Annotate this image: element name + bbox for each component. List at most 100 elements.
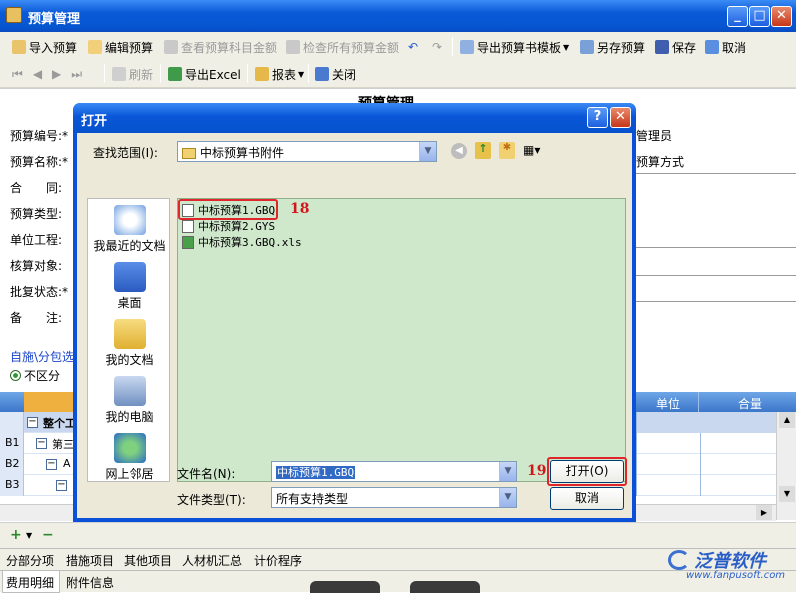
unit-column-header[interactable]: 单位 <box>656 395 680 412</box>
row-number: B1 <box>0 433 24 454</box>
grid-vertical-scrollbar[interactable]: ▲ ▼ <box>776 412 796 520</box>
save-as-icon <box>580 40 594 54</box>
close-doc-icon <box>315 67 329 81</box>
save-button[interactable]: 保存 <box>655 38 696 56</box>
report-menu-button[interactable]: 报表 ▼ <box>255 65 304 83</box>
dialog-cancel-button[interactable]: 取消 <box>550 487 624 510</box>
filename-label: 文件名(N): <box>177 467 236 481</box>
chevron-down-icon: ▼ <box>419 142 436 161</box>
collapse-icon[interactable]: − <box>27 417 38 428</box>
excel-file-icon <box>182 235 194 249</box>
help-button[interactable]: ? <box>587 107 608 128</box>
place-my-documents[interactable]: 我的文档 <box>88 319 171 368</box>
file-item[interactable]: 中标预算2.GYS <box>182 218 275 234</box>
nav-prev-icon: ◀ <box>32 67 53 81</box>
export-template-button[interactable]: 导出预算书模板 ▼ <box>460 38 569 56</box>
no-distinction-radio[interactable]: 不区分 <box>10 367 60 384</box>
tab-resource-summary[interactable]: 人材机汇总 <box>182 552 242 569</box>
add-row-icon[interactable]: + <box>10 527 22 543</box>
window-title-bar: 预算管理 _ □ ✕ <box>0 0 796 32</box>
filename-input[interactable]: 中标预算1.GBQ ▼ <box>271 461 517 482</box>
close-button[interactable]: 关闭 <box>315 65 356 83</box>
dropdown-arrow-icon: ▼ <box>298 69 305 79</box>
new-folder-icon[interactable]: ✱ <box>499 142 515 159</box>
field-label: 合 同: <box>10 181 63 195</box>
back-icon[interactable]: ◀ <box>451 143 467 159</box>
filetype-select[interactable]: 所有支持类型 ▼ <box>271 487 517 508</box>
places-bar: 我最近的文档 桌面 我的文档 我的电脑 网上邻居 <box>87 198 170 482</box>
file-item[interactable]: 中标预算3.GBQ.xls <box>182 234 302 250</box>
tab-attachments[interactable]: 附件信息 <box>66 574 114 591</box>
scroll-right-icon[interactable]: ▶ <box>756 505 772 520</box>
step-annotation: 19 <box>527 463 547 479</box>
record-nav-buttons[interactable]: ⏮ ◀ ▶ ⏭ <box>12 65 92 83</box>
open-dialog: 打开 ? ✕ 查找范围(I): 中标预算书附件 ▼ ◀ ↑ ✱ ▦▾ 我最近的文… <box>73 103 636 522</box>
chevron-down-icon: ▼ <box>499 462 516 481</box>
import-icon <box>12 40 26 54</box>
field-label: 预算编号:* <box>10 129 69 143</box>
check-icon <box>286 40 300 54</box>
dialog-title-bar: 打开 ? ✕ <box>73 103 636 133</box>
tab-measures[interactable]: 措施项目 <box>66 552 114 569</box>
row-number <box>0 412 24 433</box>
lookin-select[interactable]: 中标预算书附件 ▼ <box>177 141 437 162</box>
cancel-button[interactable]: 取消 <box>705 38 746 56</box>
place-recent[interactable]: 我最近的文档 <box>88 205 171 254</box>
scroll-down-icon[interactable]: ▼ <box>779 486 795 502</box>
place-network[interactable]: 网上邻居 <box>88 433 171 482</box>
desktop-icon <box>113 262 146 292</box>
self-subcontract-link[interactable]: 自施\分包选 <box>10 348 74 365</box>
scroll-up-icon[interactable]: ▲ <box>779 412 795 428</box>
nav-last-icon: ⏭ <box>71 66 93 81</box>
tab-fenbu[interactable]: 分部分项 <box>6 552 54 569</box>
save-as-budget-button[interactable]: 另存预算 <box>580 38 645 56</box>
place-my-computer[interactable]: 我的电脑 <box>88 376 171 425</box>
edit-budget-button[interactable]: 编辑预算 <box>88 38 153 56</box>
nav-first-icon: ⏮ <box>12 66 33 81</box>
field-label: 预算名称:* <box>10 155 69 169</box>
tab-pricing-procedure[interactable]: 计价程序 <box>254 552 302 569</box>
tab-other[interactable]: 其他项目 <box>124 552 172 569</box>
quantity-column-header[interactable]: 合量 <box>738 395 762 412</box>
manager-label: 管理员 <box>636 129 673 143</box>
folder-icon <box>182 148 196 159</box>
export-template-icon <box>460 40 474 54</box>
cancel-icon <box>705 40 719 54</box>
grid-toolbar: + ▼ − <box>0 522 796 548</box>
undo-button[interactable]: ↶ <box>408 38 418 56</box>
collapse-icon[interactable]: − <box>36 438 47 449</box>
refresh-icon <box>112 67 126 81</box>
network-places-icon <box>113 433 146 463</box>
recent-documents-icon <box>113 205 146 235</box>
save-icon <box>655 40 669 54</box>
step-annotation: 18 <box>290 201 310 217</box>
my-documents-icon <box>113 319 146 349</box>
remove-row-icon[interactable]: − <box>42 527 54 543</box>
tab-cost-detail[interactable]: 费用明细 <box>6 574 54 591</box>
collapse-icon[interactable]: − <box>56 480 67 491</box>
redo-button[interactable]: ↷ <box>432 38 442 56</box>
dialog-body: 查找范围(I): 中标预算书附件 ▼ ◀ ↑ ✱ ▦▾ 我最近的文档 桌面 我的… <box>77 133 632 518</box>
brand-watermark: 泛普软件 www.fanpusoft.com <box>664 546 796 586</box>
minimize-button[interactable]: _ <box>727 6 748 27</box>
dialog-close-button[interactable]: ✕ <box>610 107 631 128</box>
place-desktop[interactable]: 桌面 <box>88 262 171 311</box>
row-label: A <box>63 457 71 470</box>
up-folder-icon[interactable]: ↑ <box>475 142 491 159</box>
view-menu-icon[interactable]: ▦▾ <box>523 143 545 159</box>
dropdown-arrow-icon[interactable]: ▼ <box>26 531 32 540</box>
nav-next-icon: ▶ <box>52 67 72 81</box>
collapse-icon[interactable]: − <box>46 459 57 470</box>
brand-logo-icon <box>668 550 690 570</box>
field-label: 备 注: <box>10 311 63 325</box>
close-window-button[interactable]: ✕ <box>771 6 792 27</box>
view-subject-amount-button[interactable]: 查看预算科目金额 <box>164 38 277 56</box>
export-excel-button[interactable]: 导出Excel <box>168 65 241 83</box>
import-budget-button[interactable]: 导入预算 <box>12 38 77 56</box>
budget-method-label: 预算方式 <box>636 155 685 169</box>
dialog-title: 打开 <box>81 114 108 129</box>
check-all-amount-button[interactable]: 检查所有预算金额 <box>286 38 399 56</box>
maximize-button[interactable]: □ <box>749 6 770 27</box>
refresh-button[interactable]: 刷新 <box>112 65 153 83</box>
field-label: 预算类型: <box>10 207 63 221</box>
